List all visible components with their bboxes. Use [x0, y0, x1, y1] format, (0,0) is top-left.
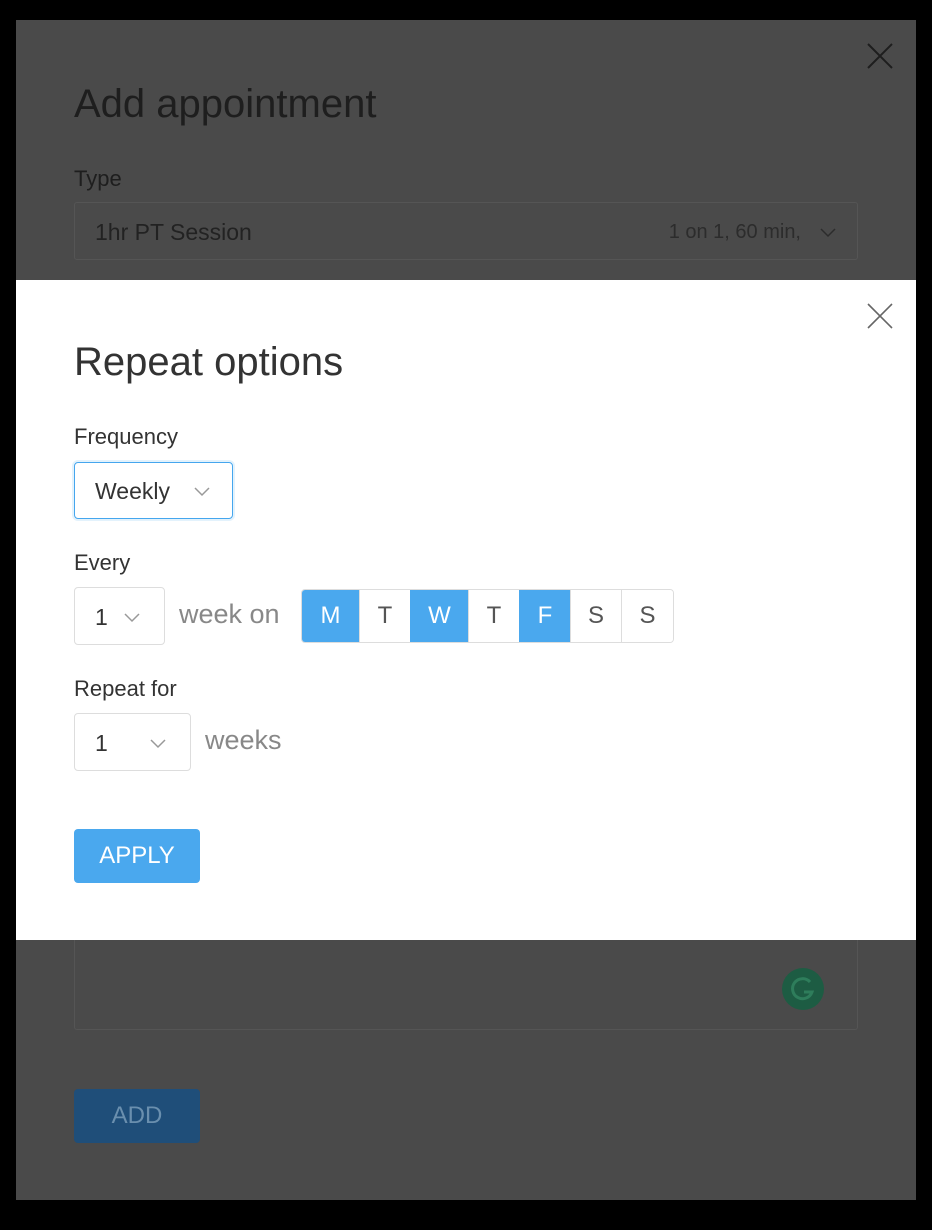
- repeat-options-modal: Repeat options Frequency Weekly Every 1 …: [16, 280, 916, 940]
- type-label: Type: [74, 166, 122, 191]
- chevron-down-icon: [124, 613, 140, 623]
- dialog-title: Add appointment: [74, 82, 377, 126]
- add-button[interactable]: ADD: [74, 1089, 200, 1143]
- every-select[interactable]: 1: [74, 587, 165, 645]
- frequency-value: Weekly: [95, 478, 170, 504]
- day-toggle-wednesday[interactable]: W: [410, 590, 468, 642]
- day-toggle-tuesday[interactable]: T: [359, 590, 410, 642]
- weekday-toggle-group: M T W T F S S: [301, 589, 674, 643]
- every-value: 1: [95, 604, 108, 630]
- day-toggle-sunday[interactable]: S: [621, 590, 673, 642]
- close-icon[interactable]: [866, 302, 894, 330]
- every-label: Every: [74, 550, 131, 575]
- close-icon[interactable]: [866, 42, 894, 70]
- background-strip: [0, 0, 932, 20]
- notes-textarea[interactable]: [74, 930, 858, 1030]
- repeat-for-value: 1: [95, 730, 108, 756]
- repeat-for-label: Repeat for: [74, 676, 177, 701]
- type-select[interactable]: 1hr PT Session 1 on 1, 60 min,: [74, 202, 858, 260]
- apply-button[interactable]: APPLY: [74, 829, 200, 883]
- type-value: 1hr PT Session: [95, 219, 252, 245]
- modal-title: Repeat options: [74, 340, 344, 384]
- chevron-down-icon: [150, 739, 166, 749]
- frequency-label: Frequency: [74, 424, 178, 449]
- weeks-text: weeks: [205, 725, 282, 755]
- chevron-down-icon: [194, 487, 210, 497]
- day-toggle-friday[interactable]: F: [519, 590, 570, 642]
- type-meta: 1 on 1, 60 min,: [668, 221, 801, 243]
- day-toggle-thursday[interactable]: T: [468, 590, 519, 642]
- day-toggle-monday[interactable]: M: [302, 590, 359, 642]
- chevron-down-icon: [820, 228, 836, 238]
- week-on-text: week on: [179, 599, 280, 629]
- day-toggle-saturday[interactable]: S: [570, 590, 621, 642]
- grammarly-icon[interactable]: [782, 968, 824, 1010]
- repeat-for-select[interactable]: 1: [74, 713, 191, 771]
- frequency-select[interactable]: Weekly: [74, 462, 233, 519]
